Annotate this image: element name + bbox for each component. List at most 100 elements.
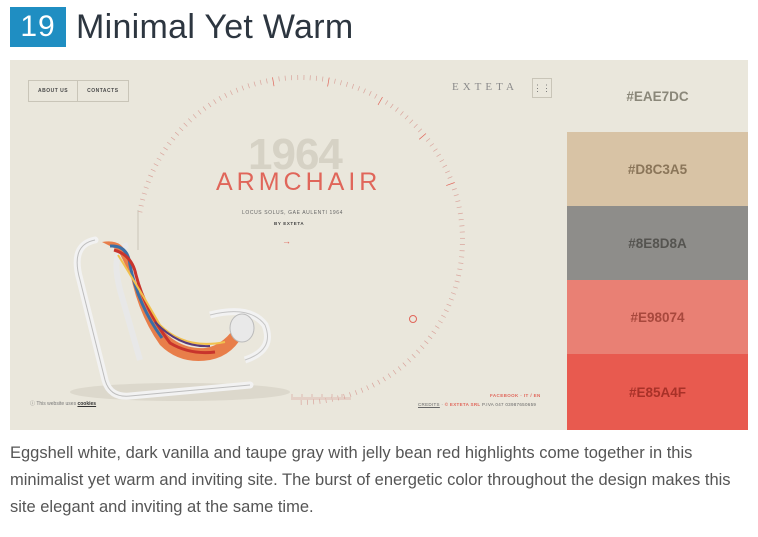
dial-tick [354, 390, 358, 396]
dial-tick [368, 91, 372, 96]
dial-tick [429, 143, 435, 147]
dial-tick [400, 111, 404, 116]
dial-tick [371, 382, 375, 388]
dial-tick [377, 96, 383, 106]
dial-tick [446, 182, 455, 186]
description-text: Eggshell white, dark vanilla and taupe g… [10, 444, 731, 516]
dial-tick [197, 110, 202, 115]
dial-tick [229, 90, 233, 96]
dial-tick [425, 138, 431, 142]
dial-tick [458, 262, 464, 264]
dial-tick [159, 152, 165, 156]
dial-tick [235, 87, 239, 93]
dial-tick [407, 358, 412, 363]
social-links[interactable]: FACEBOOK · IT / EN [490, 393, 541, 398]
dial-tick [224, 93, 228, 98]
dial-tick [417, 128, 423, 133]
chair-frame-outline [76, 239, 251, 397]
dial-tick [453, 194, 459, 197]
color-palette: #EAE7DC #D8C3A5 #8E8D8A #E98074 #E85A4F [567, 60, 748, 430]
dial-tick [402, 362, 407, 367]
site-nav: ABOUT US CONTACTS [28, 80, 129, 102]
credits-vat: P.IVA 047 03987650659 [482, 402, 537, 407]
chair-image [70, 236, 290, 401]
dial-tick [327, 77, 330, 87]
dial-tick [179, 127, 184, 132]
color-swatch: #D8C3A5 [567, 132, 748, 206]
dial-tick [170, 136, 176, 141]
dial-tick [438, 320, 443, 324]
dial-tick [183, 122, 188, 127]
dial-tick [416, 349, 421, 354]
dial-tick [265, 78, 268, 84]
dial-tick [450, 292, 456, 295]
dial-tick [156, 157, 162, 161]
section-heading: 19 Minimal Yet Warm [10, 6, 354, 48]
dial-tick [413, 123, 418, 128]
dial-tick [148, 174, 154, 178]
dial-tick [457, 212, 463, 215]
dial-tick [447, 176, 453, 179]
dial-tick [339, 80, 342, 86]
dial-tick [163, 147, 168, 151]
product-byline: BY EXTETA [274, 221, 305, 226]
section-number-badge: 19 [10, 7, 66, 47]
dial-tick [439, 159, 445, 163]
dial-handle [409, 315, 417, 323]
arrow-right-icon[interactable]: → [282, 236, 291, 246]
dial-tick [443, 309, 449, 313]
color-swatch: #8E8D8A [567, 206, 748, 280]
dial-tick [351, 83, 355, 89]
dial-tick [441, 314, 446, 318]
dial-tick [174, 131, 180, 136]
dial-tick [188, 118, 192, 123]
credits-link[interactable]: CREDITS [418, 402, 440, 407]
dial-tick [143, 186, 149, 189]
dial-tick [436, 153, 441, 157]
nav-about-us[interactable]: ABOUT US [29, 81, 77, 101]
dial-tick [213, 99, 217, 104]
dial-tick [433, 148, 438, 152]
dial-tick [424, 340, 429, 345]
dial-tick [404, 115, 409, 120]
dial-tick [192, 114, 197, 119]
dial-tick [452, 286, 458, 289]
dial-tick [382, 376, 386, 382]
product-title: ARMCHAIR [216, 168, 382, 196]
dial-tick [431, 330, 436, 334]
site-credits: CREDITS · © EXTETA SRL P.IVA 047 0398765… [418, 402, 537, 407]
dial-tick [207, 102, 212, 108]
dial-tick [459, 256, 465, 258]
credits-company: © EXTETA SRL [444, 402, 481, 407]
dial-tick [456, 274, 462, 277]
example-figure: ABOUT US CONTACTS EXTETA ⋮⋮ 1964 ARMCHAI… [10, 60, 748, 430]
dial-tick [202, 106, 207, 111]
dial-tick [427, 335, 433, 340]
dial-tick [445, 170, 450, 174]
nav-contacts[interactable]: CONTACTS [77, 81, 127, 101]
cookie-link[interactable]: cookies [77, 401, 96, 407]
dial-tick [374, 93, 378, 99]
dial-tick [420, 345, 425, 349]
dial-tick [442, 164, 448, 168]
dial-tick [360, 387, 364, 393]
color-swatch: #E85A4F [567, 354, 748, 430]
dial-tick [395, 107, 399, 112]
product-subtitle: LOCUS SOLUS, GAE AULENTI 1964 [242, 210, 344, 216]
color-swatch: #EAE7DC [567, 60, 748, 132]
dial-tick [241, 85, 245, 91]
dial-tick [259, 79, 262, 85]
grid-menu-icon[interactable]: ⋮⋮ [532, 78, 552, 98]
dial-tick [253, 81, 256, 87]
info-icon: ⓘ [30, 401, 36, 407]
chair-joint [229, 313, 255, 343]
dial-tick [141, 192, 147, 195]
dial-tick [418, 133, 427, 140]
dial-tick [321, 76, 324, 82]
dial-tick [434, 325, 440, 329]
dial-tick [366, 385, 370, 391]
dial-tick [377, 379, 381, 385]
site-logo: EXTETA [452, 81, 518, 93]
dial-tick [455, 200, 461, 203]
dial-tick [278, 76, 280, 82]
